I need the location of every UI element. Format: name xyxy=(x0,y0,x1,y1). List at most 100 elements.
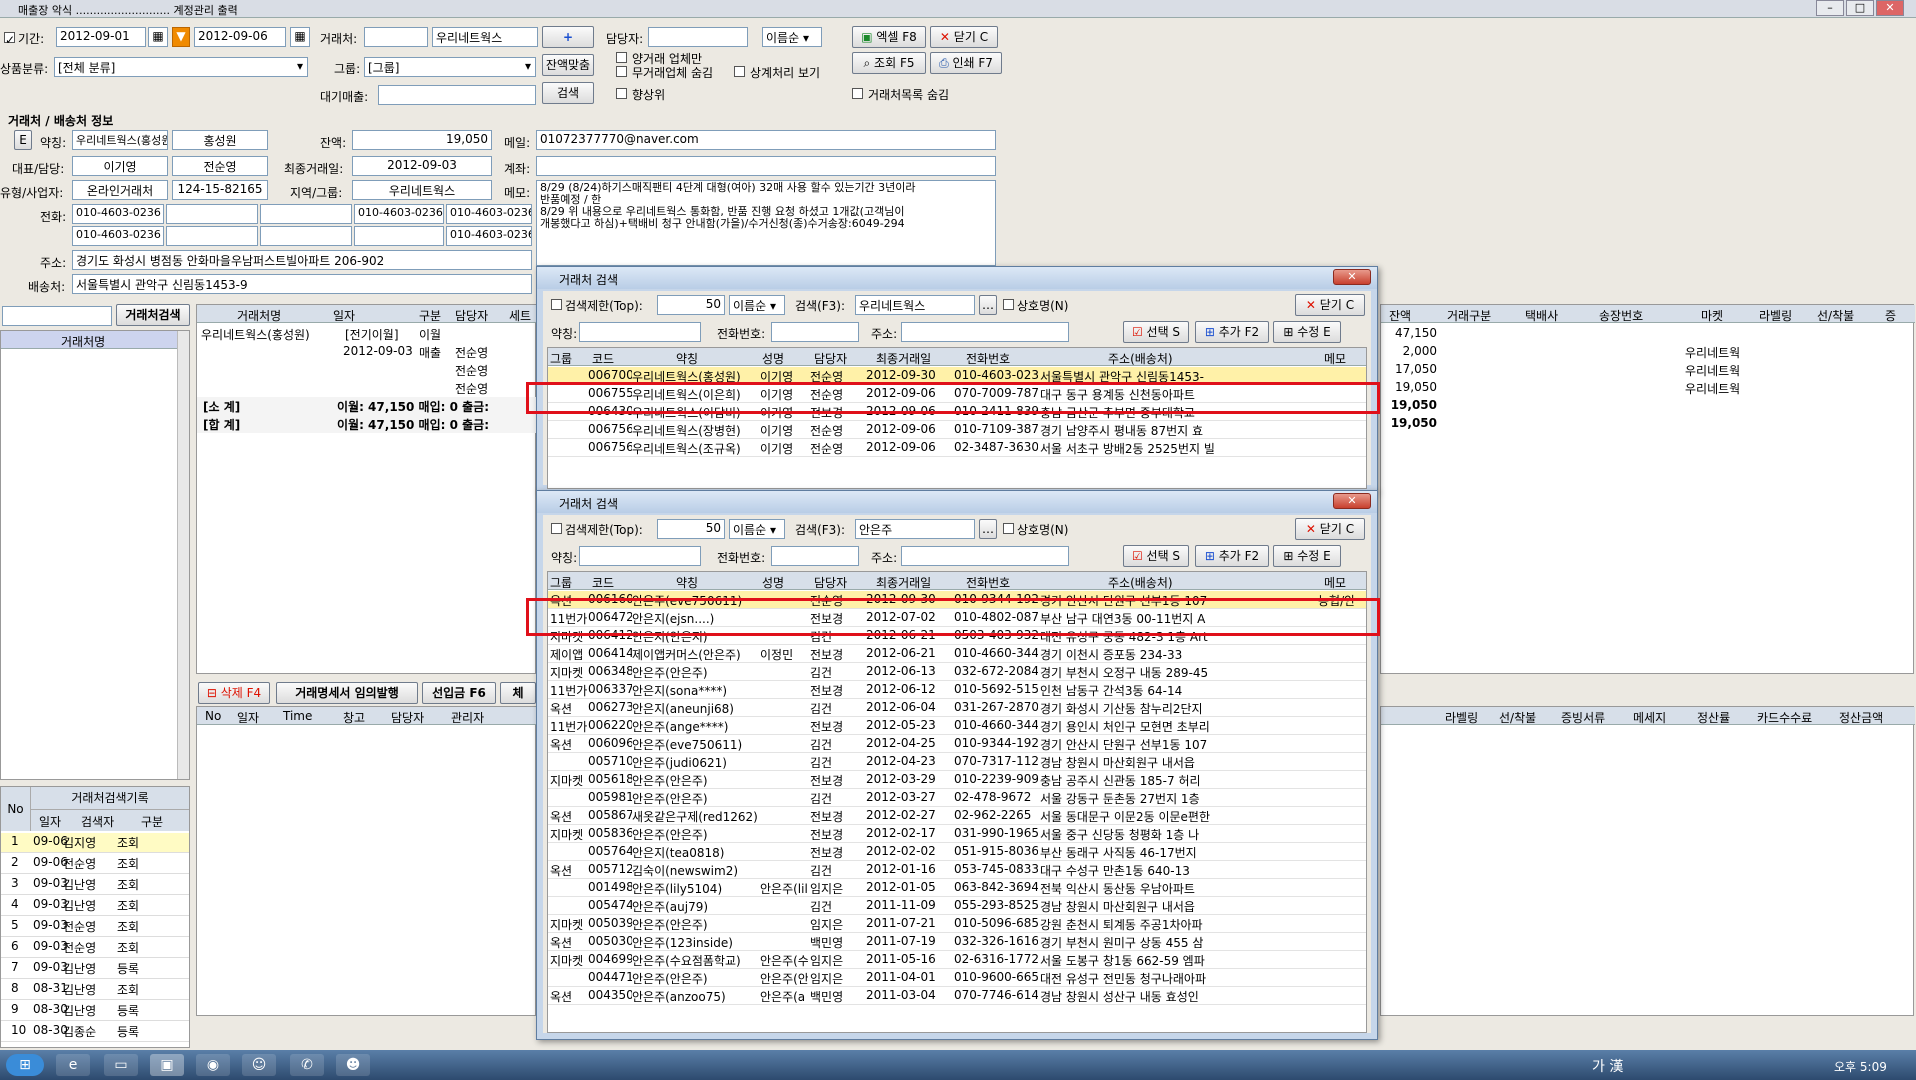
phone-input[interactable] xyxy=(771,546,859,566)
phone-input-1[interactable]: 010-4603-0236 xyxy=(72,204,164,224)
phone-input-9[interactable] xyxy=(354,226,444,246)
result-row[interactable]: 11번가 006337 안은지(sona****) 전보경 2012-06-12 010-… xyxy=(548,681,1366,699)
messenger-icon[interactable]: ☺ xyxy=(242,1054,276,1076)
history-row[interactable]: 9 08-30 김난영 등록 xyxy=(1,1001,189,1021)
phone-input-7[interactable] xyxy=(166,226,258,246)
result-row[interactable]: 11번가 006220 안은주(ange****) 전보경 2012-05-23 010-… xyxy=(548,717,1366,735)
prepaid-button[interactable]: 선입금 F6 xyxy=(422,682,496,704)
result-row[interactable]: 제이앱 006414 제이앱커머스(안은주) 이정민 전보경 2012-06-21 010-… xyxy=(548,645,1366,663)
category-select[interactable]: [전체 분류] ▾ xyxy=(54,57,308,77)
phone-input-10[interactable]: 010-4603-0236 xyxy=(446,226,532,246)
address-input[interactable] xyxy=(901,322,1069,342)
limit-checkbox[interactable] xyxy=(551,299,562,310)
close-window-button[interactable]: ✕ xyxy=(1876,0,1904,16)
calendar-icon[interactable]: ▦ xyxy=(290,27,310,47)
ledger-row[interactable]: 우리네트웍스(홍성원) [전기이월] 이월 xyxy=(197,325,537,343)
result-row[interactable]: 지마켓 005618 안은주(안은주) 전보경 2012-03-29 010-2239-9… xyxy=(548,771,1366,789)
result-row[interactable]: 지마켓 006348 안은주(안은주) 김건 2012-06-13 032-672-208… xyxy=(548,663,1366,681)
date-to-input[interactable]: 2012-09-06 xyxy=(194,27,286,47)
result-row[interactable]: 옥션 004350 안은주(anzoo75) 안은주(a 백민영 2011-03-04 07… xyxy=(548,987,1366,1005)
ledger-grid[interactable]: 거래처명 일자 구분 담당자 세트 우리네트웍스(홍성원) [전기이월] 이월 … xyxy=(196,304,537,674)
history-row[interactable]: 7 09-03 김난영 등록 xyxy=(1,959,189,979)
ship-input[interactable]: 서울특별시 관악구 신림동1453-9 xyxy=(72,274,532,294)
limit-checkbox[interactable] xyxy=(551,523,562,534)
detail-grid[interactable]: No 일자 Time 창고 담당자 관리자 xyxy=(196,706,537,1016)
result-row[interactable]: 006756 우리네트웍스(장병현) 이기영 전순영 2012-09-06 010-710… xyxy=(548,421,1366,439)
search-browse-button[interactable]: … xyxy=(979,295,997,315)
upper-checkbox[interactable] xyxy=(616,88,627,99)
history-row[interactable]: 10 08-30 김종순 등록 xyxy=(1,1022,189,1042)
scrollbar[interactable] xyxy=(177,331,189,779)
client-search-button[interactable]: 거래처검색 xyxy=(116,304,190,326)
history-row[interactable]: 5 09-03 전순영 조회 xyxy=(1,917,189,937)
phone-input-5[interactable]: 010-4603-0236 xyxy=(446,204,532,224)
whatsapp-icon[interactable]: ✆ xyxy=(290,1054,324,1076)
result-row[interactable]: 옥션 005712 김숙이(newswim2) 김건 2012-01-16 053-745… xyxy=(548,861,1366,879)
sort-select[interactable]: 이름순 ▾ xyxy=(729,519,785,539)
biz-number-input[interactable]: 124-15-82165 xyxy=(172,180,268,200)
client-name-input[interactable]: 우리네트웍스 xyxy=(432,27,538,47)
result-row[interactable]: 지마켓 004699 안은주(수요점폼학교) 안은주(수 임지은 2011-05-16 02… xyxy=(548,951,1366,969)
dialog-close-button[interactable]: ✕ xyxy=(1333,493,1371,509)
phone-input-3[interactable] xyxy=(260,204,352,224)
ledger-row[interactable]: 전순영 xyxy=(197,361,537,379)
dialog-close-c-button[interactable]: ✕ 닫기 C xyxy=(1295,518,1365,540)
client-search-input[interactable] xyxy=(2,306,112,326)
result-row[interactable]: 지마켓 005039 안은주(안은주) 임지은 2011-07-21 010-5096-6… xyxy=(548,915,1366,933)
ie-icon[interactable]: e xyxy=(56,1054,90,1076)
add-button[interactable]: ⊞ 추가 F2 xyxy=(1195,321,1269,343)
address-input[interactable]: 경기도 화성시 병점동 안화마을우남퍼스트빌아파트 206-902 xyxy=(72,250,532,270)
hide-list-checkbox[interactable] xyxy=(852,88,863,99)
dialog-close-button[interactable]: ✕ xyxy=(1333,269,1371,285)
chrome-icon[interactable]: ◉ xyxy=(196,1054,230,1076)
alias-input-2[interactable]: 홍성원 xyxy=(172,130,268,150)
minimize-button[interactable]: – xyxy=(1816,0,1844,16)
result-row[interactable]: 005710 안은주(judi0621) 김건 2012-04-23 070-7317-… xyxy=(548,753,1366,771)
alias-input[interactable]: 우리네트웍스(홍성원) xyxy=(72,130,168,150)
search-button[interactable]: 검색 xyxy=(542,82,594,104)
result-row[interactable]: 006756 우리네트웍스(조규옥) 이기영 전순영 2012-09-06 02-3487… xyxy=(548,439,1366,457)
phone-input-2[interactable] xyxy=(166,204,258,224)
detail-grid-right[interactable]: 라벨링 선/착불 증빙서류 메세지 정산률 카드수수료 정산금액 xyxy=(1380,706,1915,1016)
delete-button[interactable]: ⊟ 삭제 F4 xyxy=(198,682,270,704)
add-button[interactable]: ⊞ 추가 F2 xyxy=(1195,545,1269,567)
start-button[interactable]: ⊞ xyxy=(6,1054,44,1076)
search-browse-button[interactable]: … xyxy=(979,519,997,539)
edit-button[interactable]: ⊞ 수정 E xyxy=(1273,321,1341,343)
opt2-checkbox[interactable] xyxy=(616,66,627,77)
phone-input-4[interactable]: 010-4603-0236 xyxy=(354,204,444,224)
manager-input[interactable] xyxy=(648,27,748,47)
memo-textarea[interactable]: 8/29 (8/24)하기스매직팬티 4단계 대형(여아) 32매 사용 할수 … xyxy=(536,180,996,266)
chat-icon[interactable]: ☻ xyxy=(336,1054,370,1076)
email-input[interactable]: 01072377770@naver.com xyxy=(536,130,996,150)
select-button[interactable]: ☑ 선택 S xyxy=(1123,321,1189,343)
result-row[interactable]: 004471 안은주(안은주) 안은주(안 임지은 2011-04-01 010-9600… xyxy=(548,969,1366,987)
alias-input[interactable] xyxy=(579,322,701,342)
dialog-close-c-button[interactable]: ✕ 닫기 C xyxy=(1295,294,1365,316)
sort-select[interactable]: 이름순 ▾ xyxy=(729,295,785,315)
search-input[interactable]: 우리네트웍스 xyxy=(855,295,975,315)
history-row[interactable]: 1 09-06 김지영 조회 xyxy=(1,833,189,853)
region-input[interactable]: 우리네트웍스 xyxy=(352,180,492,200)
opt3-checkbox[interactable] xyxy=(734,66,745,77)
maximize-button[interactable]: □ xyxy=(1846,0,1874,16)
calendar-icon[interactable]: ▦ xyxy=(148,27,168,47)
client-code-input[interactable] xyxy=(364,27,428,47)
result-row[interactable]: 005474 안은주(auj79) 김건 2011-11-09 055-293-8525… xyxy=(548,897,1366,915)
result-row[interactable]: 옥션 005867 새옷같은구제(red1262) 전보경 2012-02-27 02-9… xyxy=(548,807,1366,825)
select-button[interactable]: ☑ 선택 S xyxy=(1123,545,1189,567)
close-button[interactable]: ✕ 닫기 C xyxy=(930,26,998,48)
folder-icon[interactable]: ▭ xyxy=(104,1054,138,1076)
account-input[interactable] xyxy=(536,156,996,176)
phone-input[interactable] xyxy=(771,322,859,342)
edit-e-button[interactable]: E xyxy=(14,130,32,150)
add-client-button[interactable]: + xyxy=(542,26,594,48)
phone-input-6[interactable]: 010-4603-0236 xyxy=(72,226,164,246)
history-row[interactable]: 4 09-03 김난영 조회 xyxy=(1,896,189,916)
address-input[interactable] xyxy=(901,546,1069,566)
alias-input[interactable] xyxy=(579,546,701,566)
query-button[interactable]: ⌕ 조회 F5 xyxy=(852,52,926,74)
input-language[interactable]: 가 漢 xyxy=(1592,1056,1623,1076)
result-row[interactable]: 옥션 006273 안은지(aneunji68) 김건 2012-06-04 031-26… xyxy=(548,699,1366,717)
limit-input[interactable]: 50 xyxy=(657,519,725,539)
